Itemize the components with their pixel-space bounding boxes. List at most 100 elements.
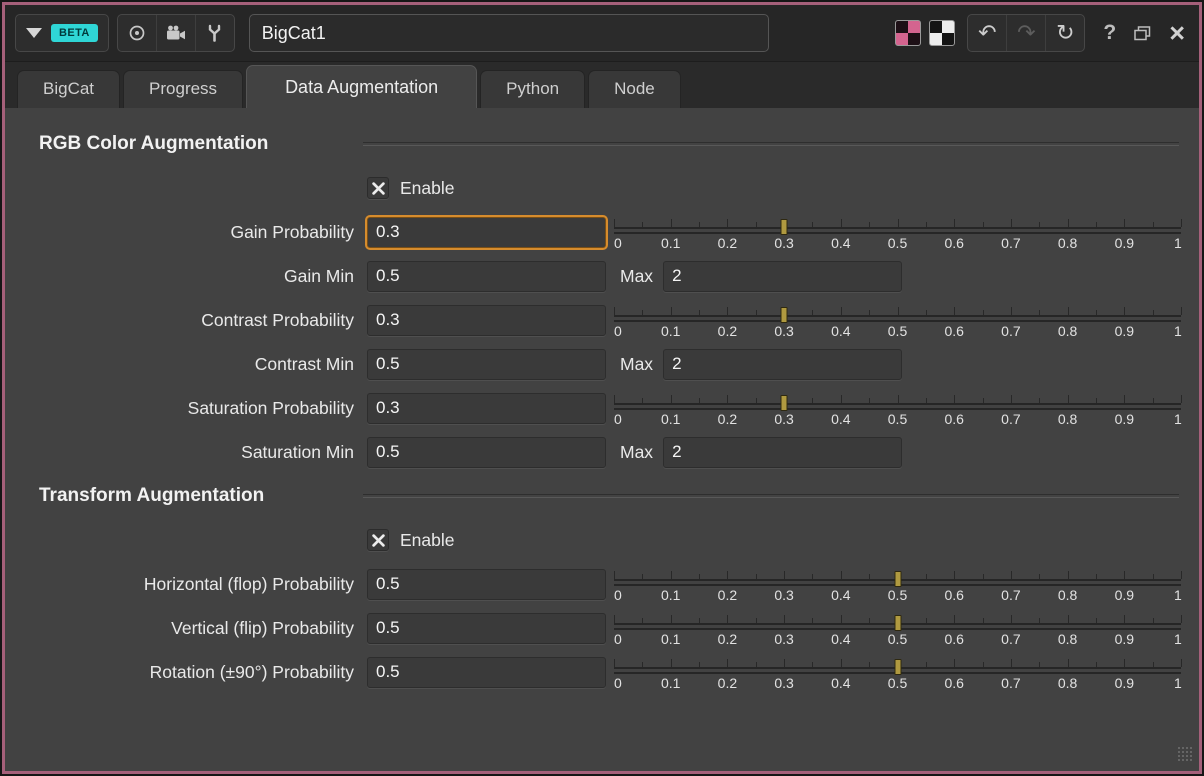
contrast-probability-row: Contrast Probability 00.10.20.30.40.50.6…: [5, 298, 1199, 342]
slider-tick: [841, 395, 842, 403]
slider-tick: [1181, 219, 1182, 227]
slider-tick: [1068, 659, 1069, 667]
slider-handle[interactable]: [781, 307, 788, 323]
gl-color-swatch-button[interactable]: [929, 20, 955, 46]
slider-tick: [841, 219, 842, 227]
transform-enable-checkbox[interactable]: [367, 529, 389, 551]
slider-scale-label: 0.7: [1001, 323, 1020, 339]
slider-scale-label: 0.9: [1115, 587, 1134, 603]
slider-tick: [1011, 395, 1012, 403]
rotation-probability-slider[interactable]: 00.10.20.30.40.50.60.70.80.91: [614, 650, 1181, 694]
wrench-icon[interactable]: [196, 15, 234, 51]
slider-scale-label: 0.2: [718, 323, 737, 339]
redo-icon[interactable]: ↷: [1007, 15, 1046, 51]
slider-scale-label: 0.8: [1058, 675, 1077, 691]
gain-probability-input[interactable]: [367, 217, 606, 248]
node-color-swatch-button[interactable]: [895, 20, 921, 46]
close-icon[interactable]: ×: [1169, 20, 1185, 47]
param-label: Rotation (±90°) Probability: [29, 662, 354, 683]
contrast-probability-slider[interactable]: 00.10.20.30.40.50.60.70.80.91: [614, 298, 1181, 342]
node-name-input[interactable]: [249, 14, 769, 52]
slider-scale-label: 1: [1174, 323, 1182, 339]
rotation-probability-input[interactable]: [367, 657, 606, 688]
contrast-probability-input[interactable]: [367, 305, 606, 336]
slider-scale-labels: 00.10.20.30.40.50.60.70.80.91: [614, 411, 1181, 427]
vertical-flip-probability-slider[interactable]: 00.10.20.30.40.50.60.70.80.91: [614, 606, 1181, 650]
slider-tick: [727, 307, 728, 315]
slider-tick: [727, 615, 728, 623]
slider-scale-label: 0.7: [1001, 411, 1020, 427]
gain-max-input[interactable]: [663, 261, 902, 292]
slider-scale-label: 0.9: [1115, 631, 1134, 647]
section-divider: [363, 142, 1179, 146]
slider-scale-label: 1: [1174, 631, 1182, 647]
horizontal-flop-probability-slider[interactable]: 00.10.20.30.40.50.60.70.80.91: [614, 562, 1181, 606]
slider-scale-label: 0.5: [888, 675, 907, 691]
slider-tick: [1011, 659, 1012, 667]
slider-scale-label: 1: [1174, 587, 1182, 603]
tab-node[interactable]: Node: [588, 70, 681, 108]
vertical-flip-probability-input[interactable]: [367, 613, 606, 644]
saturation-probability-input[interactable]: [367, 393, 606, 424]
slider-scale-label: 0: [614, 323, 622, 339]
slider-scale-label: 0.8: [1058, 235, 1077, 251]
slider-scale-label: 0.9: [1115, 675, 1134, 691]
slider-tick: [1124, 615, 1125, 623]
titlebar-right-controls: ↶ ↷ ↻ ? ×: [895, 14, 1185, 52]
slider-tick: [671, 615, 672, 623]
slider-tick: [1124, 659, 1125, 667]
slider-scale-label: 0.7: [1001, 587, 1020, 603]
slider-scale-label: 0.4: [831, 631, 850, 647]
slider-tick: [1181, 307, 1182, 315]
tab-bigcat[interactable]: BigCat: [17, 70, 120, 108]
slider-tick: [1011, 307, 1012, 315]
contrast-max-input[interactable]: [663, 349, 902, 380]
slider-tick: [954, 219, 955, 227]
slider-track: [614, 315, 1181, 322]
slider-scale-label: 0.4: [831, 411, 850, 427]
slider-scale-label: 0.9: [1115, 411, 1134, 427]
slider-track-area: [614, 302, 1181, 322]
collapse-group: BETA: [15, 14, 109, 52]
saturation-probability-slider[interactable]: 00.10.20.30.40.50.60.70.80.91: [614, 386, 1181, 430]
slider-scale-label: 1: [1174, 675, 1182, 691]
collapse-triangle-icon[interactable]: [26, 28, 42, 38]
rgb-enable-checkbox[interactable]: [367, 177, 389, 199]
center-node-icon[interactable]: [118, 15, 157, 51]
saturation-min-input[interactable]: [367, 437, 606, 468]
saturation-max-input[interactable]: [663, 437, 902, 468]
gain-min-input[interactable]: [367, 261, 606, 292]
help-icon[interactable]: ?: [1103, 21, 1116, 45]
slider-tick: [1181, 571, 1182, 579]
slider-handle[interactable]: [894, 571, 901, 587]
slider-scale-labels: 00.10.20.30.40.50.60.70.80.91: [614, 587, 1181, 603]
tab-progress[interactable]: Progress: [123, 70, 243, 108]
slider-handle[interactable]: [894, 659, 901, 675]
gain-probability-slider[interactable]: 00.10.20.30.40.50.60.70.80.91: [614, 210, 1181, 254]
tab-data-augmentation[interactable]: Data Augmentation: [246, 65, 477, 108]
slider-handle[interactable]: [894, 615, 901, 631]
slider-handle[interactable]: [781, 395, 788, 411]
contrast-min-input[interactable]: [367, 349, 606, 380]
slider-tick: [841, 307, 842, 315]
saturation-probability-row: Saturation Probability 00.10.20.30.40.50…: [5, 386, 1199, 430]
horizontal-flop-probability-input[interactable]: [367, 569, 606, 600]
slider-scale-label: 0.9: [1115, 323, 1134, 339]
camera-icon[interactable]: [157, 15, 196, 51]
slider-tick: [898, 395, 899, 403]
param-label: Gain Min: [29, 266, 354, 287]
slider-scale-label: 0.3: [774, 675, 793, 691]
slider-scale-label: 0.3: [774, 235, 793, 251]
slider-scale-label: 0.5: [888, 631, 907, 647]
slider-handle[interactable]: [781, 219, 788, 235]
slider-tick: [1181, 395, 1182, 403]
slider-tick: [1124, 219, 1125, 227]
tab-python[interactable]: Python: [480, 70, 585, 108]
float-window-icon[interactable]: [1134, 26, 1151, 41]
rotation-probability-row: Rotation (±90°) Probability 00.10.20.30.…: [5, 650, 1199, 694]
revert-icon[interactable]: ↻: [1046, 15, 1084, 51]
resize-grip[interactable]: [1177, 746, 1193, 767]
undo-icon[interactable]: ↶: [968, 15, 1007, 51]
transform-section-header: Transform Augmentation: [5, 474, 1199, 518]
titlebar: BETA ↶ ↷ ↻ ? ×: [5, 5, 1199, 61]
